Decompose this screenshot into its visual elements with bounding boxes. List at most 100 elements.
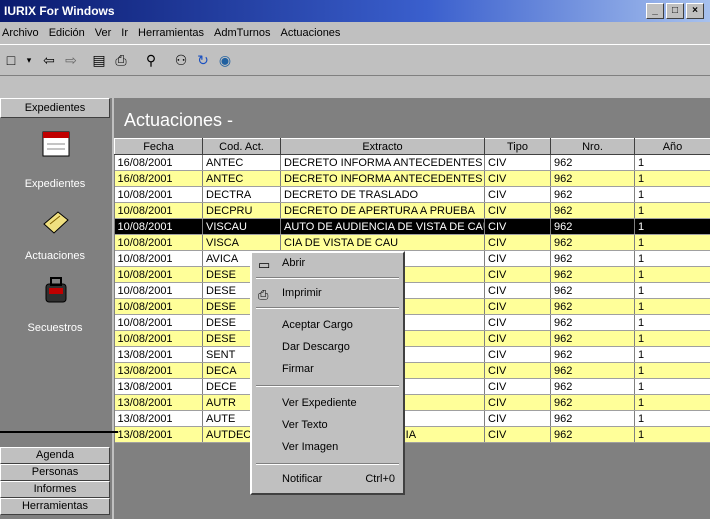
context-item-ver-imagen[interactable]: Ver Imagen xyxy=(252,441,403,453)
refresh-icon[interactable]: ↻ xyxy=(194,51,212,69)
cell-tipo: CIV xyxy=(484,410,551,427)
column-header-tipo[interactable]: Tipo xyxy=(484,138,551,155)
table-row[interactable]: 13/08/2001 SENT CIV 962 1 xyxy=(114,346,710,363)
cell-anio: 1 xyxy=(634,282,710,299)
column-header-cod-act[interactable]: Cod. Act. xyxy=(202,138,281,155)
table-row[interactable]: 10/08/2001DESEOLVER SENTEN. 60 DCIV9621 xyxy=(114,266,710,283)
table-row[interactable]: 13/08/2001DECEVESE'CIV9621 xyxy=(114,378,710,395)
sidebar-item-secuestros[interactable]: Secuestros xyxy=(0,322,110,334)
search-icon[interactable]: ⚲ xyxy=(142,51,160,69)
menu-edicion[interactable]: Edición xyxy=(49,22,85,44)
table-row[interactable]: 13/08/2001AUTDECAUTO DE DECLINATORIACIV9… xyxy=(114,426,710,443)
table-row[interactable]: 10/08/2001DESEOLVER SENTEN. 8 DCIV9621 xyxy=(114,314,710,331)
cell-nro: 962 xyxy=(550,202,635,219)
table-row[interactable]: 10/08/2001 VISCA CIA DE VISTA DE CAU CIV 962… xyxy=(114,234,710,251)
cell-tipo: CIV xyxy=(484,346,551,363)
cell-tipo: CIV xyxy=(484,362,551,379)
table-row[interactable]: 13/08/2001AUTRCIONCIV9621 xyxy=(114,394,710,411)
context-item-dar-descargo[interactable]: Dar Descargo xyxy=(252,341,403,353)
page-title: Actuaciones - xyxy=(124,110,234,130)
sidebar-header[interactable]: Expedientes xyxy=(0,98,110,118)
table-row[interactable]: 13/08/2001DECAOCIV9621 xyxy=(114,362,710,379)
column-header-fecha[interactable]: Fecha xyxy=(114,138,203,155)
table-row[interactable]: 13/08/2001AUTECIONCIV9621 xyxy=(114,410,710,427)
cell-fecha: 13/08/2001 xyxy=(114,378,203,395)
maximize-button[interactable]: □ xyxy=(666,3,684,19)
context-item-label: Imprimir xyxy=(282,287,322,299)
table-row[interactable]: 10/08/2001DESEOLVER SENTEN. 20 DCIV9621 xyxy=(114,282,710,299)
cell-anio: 1 xyxy=(634,378,710,395)
menu-actuaciones[interactable]: Actuaciones xyxy=(281,22,341,44)
back-icon[interactable]: ⇦ xyxy=(40,51,58,69)
cell-cod: ANTEC xyxy=(202,154,281,171)
sidebar-button-personas[interactable]: Personas xyxy=(0,464,110,481)
cell-extracto: DECRETO INFORMA ANTECEDENTES D xyxy=(280,154,485,171)
cell-fecha: 10/08/2001 xyxy=(114,266,203,283)
separator xyxy=(256,385,399,387)
dropdown-arrow-icon[interactable]: ▾ xyxy=(20,51,38,69)
table-row[interactable]: 16/08/2001 ANTEC DECRETO INFORMA ANTECEDEN… xyxy=(114,154,710,171)
table-row[interactable]: 10/08/2001DESEOLVER SENTEN 10 DCIV9621 xyxy=(114,298,710,315)
table-row[interactable]: 10/08/2001 VISCAU AUTO DE AUDIENCIA DE VIS… xyxy=(114,218,710,235)
calendar-icon[interactable] xyxy=(40,128,72,160)
cell-tipo: CIV xyxy=(484,298,551,315)
column-header-anio[interactable]: Año xyxy=(634,138,710,155)
menu-herramientas[interactable]: Herramientas xyxy=(138,22,204,44)
table-row[interactable]: 10/08/2001 DECTRA DECRETO DE TRASLADO CIV 96… xyxy=(114,186,710,203)
context-item-abrir[interactable]: ▭ Abrir xyxy=(252,257,403,272)
new-icon[interactable]: □ xyxy=(2,51,20,69)
context-item-notificar[interactable]: Notificar Ctrl+0 xyxy=(252,473,403,485)
cell-fecha: 13/08/2001 xyxy=(114,410,203,427)
minimize-button[interactable]: _ xyxy=(646,3,664,19)
cell-tipo: CIV xyxy=(484,314,551,331)
column-header-extracto[interactable]: Extracto xyxy=(280,138,485,155)
menu-archivo[interactable]: Archivo xyxy=(2,22,39,44)
close-button[interactable]: × xyxy=(686,3,704,19)
cell-nro: 962 xyxy=(550,410,635,427)
context-item-label: Abrir xyxy=(282,257,306,269)
sidebar-item-actuaciones[interactable]: Actuaciones xyxy=(0,250,110,262)
cell-fecha: 10/08/2001 xyxy=(114,298,203,315)
cell-cod: VISCAU xyxy=(202,218,281,235)
table-row[interactable]: 10/08/2001DESEOLVER SENTENCIACIV9621 xyxy=(114,330,710,347)
print-icon[interactable]: ⎙ xyxy=(112,51,130,69)
context-item-aceptar-cargo[interactable]: Aceptar Cargo xyxy=(252,319,403,331)
cell-nro: 962 xyxy=(550,362,635,379)
cell-anio: 1 xyxy=(634,362,710,379)
table-row[interactable]: 10/08/2001AVICAAUSACIV9621 xyxy=(114,250,710,267)
context-item-imprimir[interactable]: ⎙ Imprimir xyxy=(252,287,403,302)
sidebar-button-informes[interactable]: Informes xyxy=(0,481,110,498)
sidebar-item-expedientes[interactable]: Expedientes xyxy=(0,178,110,190)
menu-admturnos[interactable]: AdmTurnos xyxy=(214,22,270,44)
menu-ir[interactable]: Ir xyxy=(121,22,128,44)
context-item-ver-texto[interactable]: Ver Texto xyxy=(252,419,403,431)
table-row[interactable]: 10/08/2001 DECPRU DECRETO DE APERTURA A PR… xyxy=(114,202,710,219)
context-item-firmar[interactable]: Firmar xyxy=(252,363,403,375)
document-icon[interactable]: ▤ xyxy=(90,51,108,69)
separator xyxy=(256,277,399,279)
sidebar-button-agenda[interactable]: Agenda xyxy=(0,447,110,464)
title-bar[interactable]: IURIX For Windows _ □ × xyxy=(0,0,710,22)
cell-nro: 962 xyxy=(550,426,635,443)
table-row[interactable]: 16/08/2001 ANTEC DECRETO INFORMA ANTECEDEN… xyxy=(114,170,710,187)
sidebar-button-herramientas[interactable]: Herramientas xyxy=(0,498,110,515)
context-item-ver-expediente[interactable]: Ver Expediente xyxy=(252,397,403,409)
cell-fecha: 13/08/2001 xyxy=(114,346,203,363)
cell-tipo: CIV xyxy=(484,154,551,171)
cell-extracto: CIA DE VISTA DE CAU xyxy=(280,234,485,251)
cell-anio: 1 xyxy=(634,250,710,267)
cell-anio: 1 xyxy=(634,346,710,363)
globe-icon[interactable]: ◉ xyxy=(216,51,234,69)
app-window: IURIX For Windows _ □ × Archivo Edición … xyxy=(0,0,710,519)
column-header-nro[interactable]: Nro. xyxy=(550,138,635,155)
notepad-icon[interactable] xyxy=(40,206,72,238)
cell-extracto: DECRETO DE TRASLADO xyxy=(280,186,485,203)
context-menu: ▭ Abrir ⎙ Imprimir Aceptar Cargo Dar Des… xyxy=(250,251,405,495)
sidebar: Expedientes Expedientes Actuaciones Secu… xyxy=(0,98,112,519)
menu-ver[interactable]: Ver xyxy=(95,22,112,44)
find-icon[interactable]: ⚇ xyxy=(172,51,190,69)
menu-bar: Archivo Edición Ver Ir Herramientas AdmT… xyxy=(0,22,710,44)
forward-icon[interactable]: ⇨ xyxy=(62,51,80,69)
bag-icon[interactable] xyxy=(40,274,72,306)
cell-anio: 1 xyxy=(634,170,710,187)
